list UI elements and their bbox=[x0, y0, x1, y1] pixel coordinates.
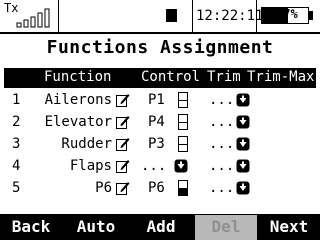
column-header-trim: Trim bbox=[207, 69, 241, 85]
next-button[interactable]: Next bbox=[259, 215, 319, 240]
row-number: 5 bbox=[12, 180, 21, 196]
control-position-icon bbox=[178, 92, 188, 108]
function-row[interactable]: 2 Elevator P4... bbox=[4, 112, 316, 134]
auto-button[interactable]: Auto bbox=[65, 215, 127, 240]
status-bar: Tx 12:22:11 57% bbox=[0, 0, 320, 32]
signal-strength-icon bbox=[16, 8, 50, 28]
row-number: 3 bbox=[12, 136, 21, 152]
edit-icon[interactable] bbox=[116, 115, 130, 129]
delete-button[interactable]: Del bbox=[195, 215, 257, 240]
status-divider bbox=[58, 0, 59, 32]
trim-value: ... bbox=[209, 158, 235, 174]
edit-icon[interactable] bbox=[116, 137, 130, 151]
status-divider bbox=[192, 0, 193, 32]
edit-icon[interactable] bbox=[116, 181, 130, 195]
function-name: P6 bbox=[95, 180, 112, 196]
function-name: Ailerons bbox=[44, 92, 112, 108]
control-value[interactable]: P4 bbox=[148, 114, 165, 130]
edit-icon[interactable] bbox=[116, 93, 130, 107]
battery-terminal bbox=[309, 11, 313, 20]
trim-select-icon[interactable] bbox=[236, 137, 250, 151]
status-divider bbox=[256, 0, 257, 32]
control-value[interactable]: P1 bbox=[148, 92, 165, 108]
trim-value: ... bbox=[209, 180, 235, 196]
column-header-control: Control bbox=[141, 69, 201, 85]
header-divider bbox=[0, 32, 320, 34]
trim-select-icon[interactable] bbox=[236, 159, 250, 173]
trim-value: ... bbox=[209, 114, 235, 130]
trim-value: ... bbox=[209, 136, 235, 152]
battery-percent: 57% bbox=[276, 7, 298, 21]
trim-select-icon[interactable] bbox=[236, 115, 250, 129]
control-position-icon bbox=[178, 114, 188, 130]
row-number: 2 bbox=[12, 114, 21, 130]
function-row[interactable]: 3 Rudder P3... bbox=[4, 134, 316, 156]
column-header-function: Function bbox=[44, 69, 112, 85]
record-indicator-icon bbox=[166, 9, 177, 22]
row-number: 4 bbox=[12, 158, 21, 174]
control-position-icon bbox=[178, 180, 188, 196]
back-button[interactable]: Back bbox=[1, 215, 61, 240]
row-number: 1 bbox=[12, 92, 21, 108]
function-row[interactable]: 5 P6 P6... bbox=[4, 178, 316, 200]
control-value[interactable]: P3 bbox=[148, 136, 165, 152]
function-name: Elevator bbox=[44, 114, 112, 130]
function-name: Rudder bbox=[61, 136, 112, 152]
trim-select-icon[interactable] bbox=[236, 93, 250, 107]
add-button[interactable]: Add bbox=[130, 215, 192, 240]
control-value[interactable]: P6 bbox=[148, 180, 165, 196]
trim-select-icon[interactable] bbox=[236, 181, 250, 195]
control-value: ... bbox=[141, 158, 167, 174]
function-row[interactable]: 1 Ailerons P1... bbox=[4, 90, 316, 112]
column-header-trim-max: Trim-Max bbox=[247, 69, 315, 85]
edit-icon[interactable] bbox=[116, 159, 130, 173]
control-select-icon[interactable] bbox=[174, 159, 188, 173]
function-name: Flaps bbox=[69, 158, 112, 174]
clock: 12:22:11 bbox=[196, 8, 264, 24]
page-title: Functions Assignment bbox=[46, 37, 274, 58]
control-position-icon bbox=[178, 136, 188, 152]
function-row[interactable]: 4 Flaps...... bbox=[4, 156, 316, 178]
trim-value: ... bbox=[209, 92, 235, 108]
table-header: Function Control Trim Trim-Max bbox=[4, 68, 316, 88]
